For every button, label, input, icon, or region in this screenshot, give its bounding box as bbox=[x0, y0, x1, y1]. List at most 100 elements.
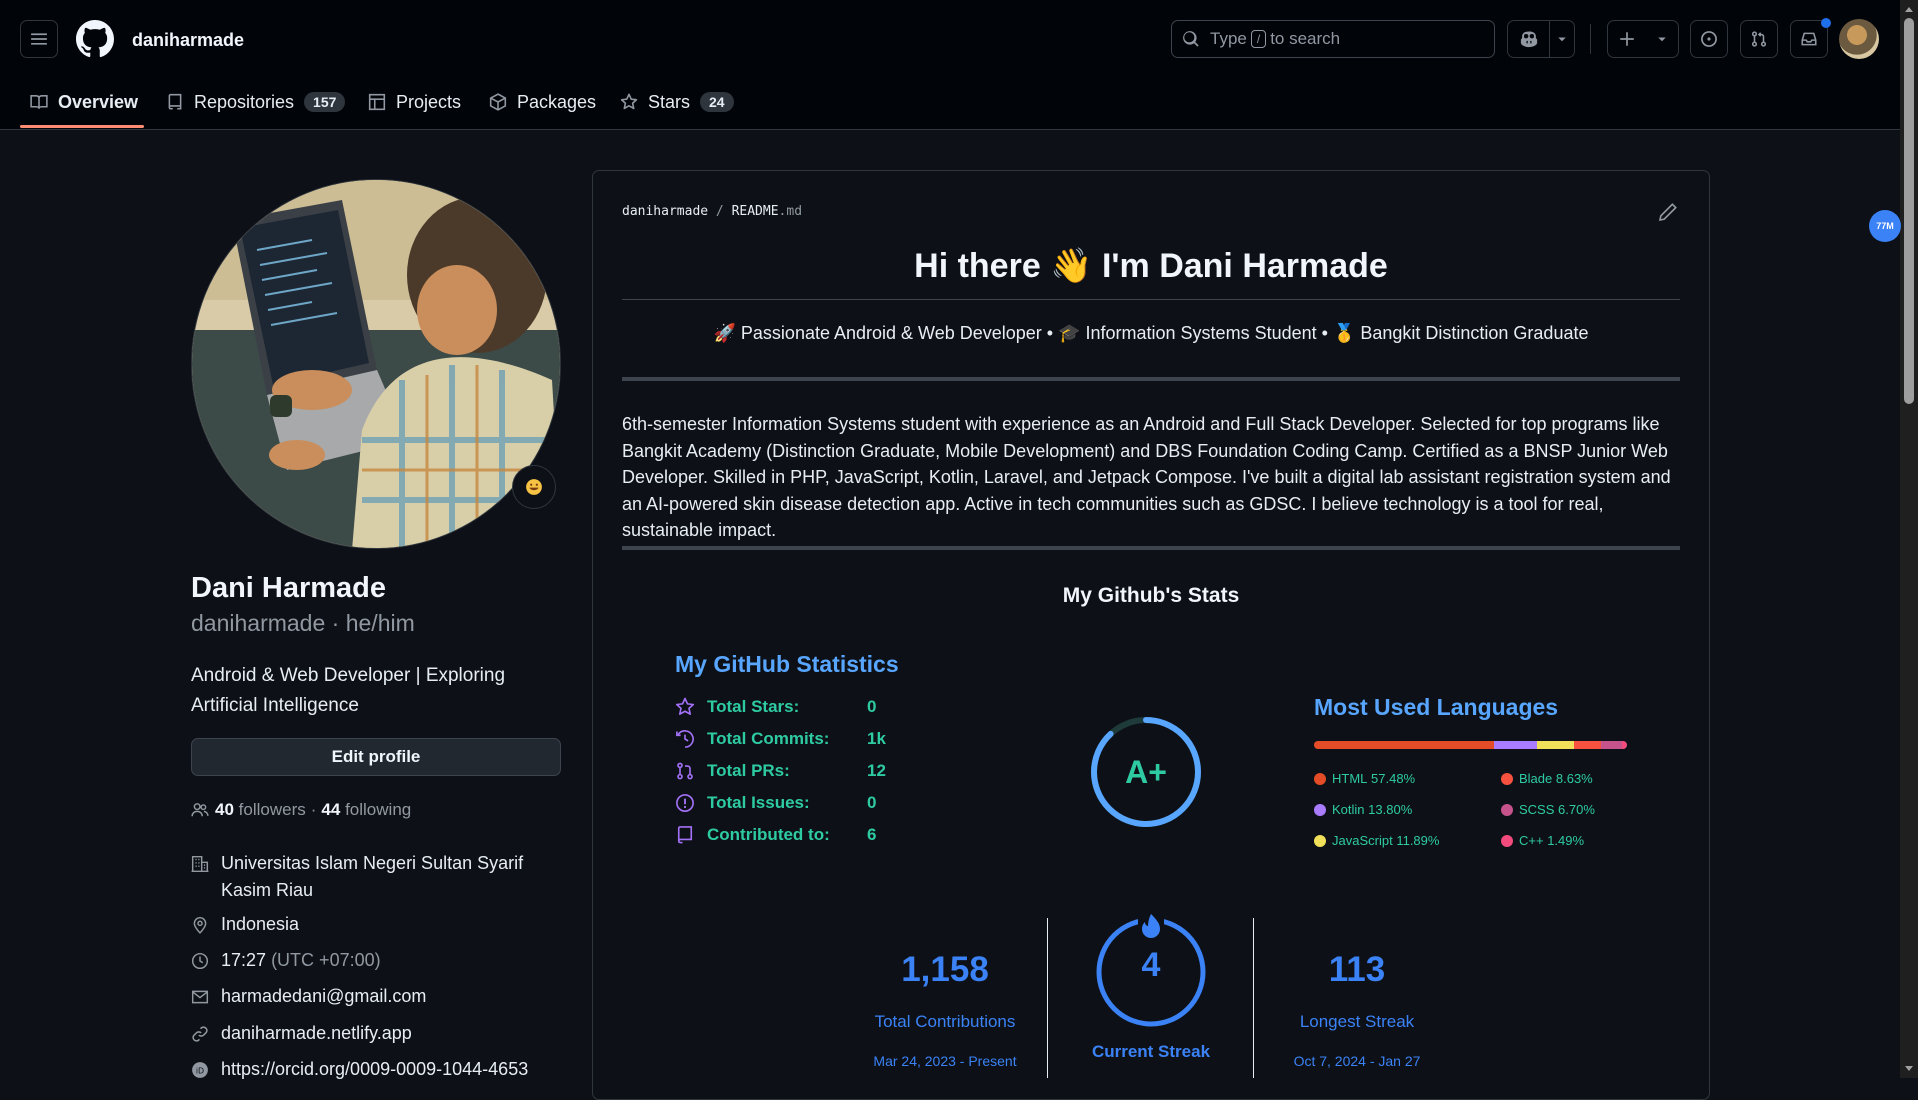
tab-overview-label: Overview bbox=[58, 91, 139, 112]
horizontal-rule bbox=[622, 546, 1680, 550]
star-icon bbox=[620, 93, 638, 110]
language-item: SCSS 6.70% bbox=[1501, 802, 1595, 817]
total-contributions-value: 1,158 bbox=[901, 950, 989, 989]
current-streak-ring: 4 bbox=[1092, 906, 1212, 1034]
profile-orcid[interactable]: iD https://orcid.org/0009-0009-1044-4653 bbox=[191, 1059, 528, 1080]
longest-streak-value: 113 bbox=[1328, 950, 1386, 989]
user-avatar-button[interactable] bbox=[1839, 19, 1879, 59]
longest-streak-label: Longest Streak bbox=[1299, 1012, 1415, 1031]
following-link[interactable]: 44 following bbox=[321, 800, 411, 820]
language-color-dot bbox=[1501, 803, 1513, 816]
stats-card-title: My GitHub Statistics bbox=[675, 651, 899, 677]
rank-grade: A+ bbox=[1125, 753, 1167, 790]
create-new-button[interactable] bbox=[1607, 20, 1679, 58]
chevron-down-icon bbox=[1658, 37, 1666, 42]
language-name: Kotlin bbox=[1332, 802, 1365, 817]
people-icon bbox=[191, 803, 209, 817]
tab-projects[interactable]: Projects bbox=[368, 82, 461, 122]
tab-packages[interactable]: Packages bbox=[489, 82, 596, 122]
current-streak-label: Current Streak bbox=[1091, 1042, 1211, 1061]
active-tab-underline bbox=[20, 125, 144, 128]
tagline-bangkit: 🥇 Bangkit Distinction Graduate bbox=[1332, 323, 1589, 343]
floating-extension-badge[interactable]: 77M bbox=[1869, 210, 1901, 242]
orcid-text: https://orcid.org/0009-0009-1044-4653 bbox=[221, 1059, 529, 1079]
language-percent: 13.80% bbox=[1368, 802, 1413, 817]
profile-email[interactable]: harmadedani@gmail.com bbox=[191, 986, 426, 1007]
readme-path-file: README bbox=[731, 204, 779, 219]
profile-name: Dani Harmade bbox=[191, 572, 387, 604]
hamburger-icon bbox=[31, 33, 47, 45]
language-item: JavaScript 11.89% bbox=[1314, 833, 1439, 848]
copilot-dropdown[interactable] bbox=[1550, 21, 1574, 57]
tab-repositories-label: Repositories bbox=[194, 91, 295, 112]
streak-divider bbox=[1047, 918, 1048, 1078]
tab-stars[interactable]: Stars 24 bbox=[620, 82, 734, 122]
profile-organization: Universitas Islam Negeri Sultan Syarif K… bbox=[191, 850, 561, 904]
stat-value: 12 bbox=[867, 761, 886, 780]
menu-button[interactable] bbox=[20, 20, 58, 58]
repo-icon bbox=[677, 826, 693, 844]
edit-readme-button[interactable] bbox=[1658, 202, 1678, 222]
stat-label: Contributed to: bbox=[707, 825, 830, 844]
copilot-button-group bbox=[1507, 20, 1575, 58]
issue-icon bbox=[1701, 31, 1717, 47]
followers-count: 40 bbox=[215, 800, 234, 819]
title-divider bbox=[622, 299, 1680, 300]
readme-title-emoji: 👋 bbox=[1050, 247, 1093, 285]
link-icon bbox=[192, 1026, 208, 1042]
language-color-dot bbox=[1501, 772, 1513, 785]
stat-value: 6 bbox=[867, 825, 877, 844]
language-bar-segment bbox=[1574, 741, 1602, 749]
longest-streak-range: Oct 7, 2024 - Jan 27 bbox=[1293, 1053, 1421, 1069]
status-emoji-button[interactable] bbox=[512, 465, 556, 509]
followers-link[interactable]: 40 followers bbox=[215, 800, 306, 820]
stat-row-issues: Total Issues: 0 bbox=[675, 793, 876, 813]
search-input[interactable]: Type / to search bbox=[1171, 20, 1495, 58]
stats-heading: My Github's Stats bbox=[1062, 584, 1240, 607]
language-percent: 11.89% bbox=[1396, 833, 1440, 848]
plus-icon bbox=[1620, 32, 1634, 46]
profile-login: daniharmade bbox=[191, 610, 326, 636]
tagline-developer: 🚀 Passionate Android & Web Developer • bbox=[713, 323, 1054, 343]
readme-title-left: Hi there bbox=[914, 247, 1041, 285]
languages-progress-bar bbox=[1314, 741, 1627, 749]
language-bar-segment bbox=[1314, 741, 1494, 749]
language-name: JavaScript bbox=[1332, 833, 1393, 848]
github-logo[interactable] bbox=[76, 20, 114, 58]
profile-avatar[interactable] bbox=[191, 179, 561, 549]
website-text: daniharmade.netlify.app bbox=[221, 1023, 412, 1043]
issue-icon bbox=[676, 794, 694, 812]
language-name: SCSS bbox=[1519, 802, 1555, 817]
inbox-icon bbox=[1801, 32, 1817, 46]
tab-overview[interactable]: Overview bbox=[30, 82, 138, 122]
copilot-icon bbox=[1520, 31, 1538, 48]
tab-projects-label: Projects bbox=[396, 91, 462, 112]
page-scrollbar[interactable] bbox=[1900, 0, 1918, 1078]
language-item: HTML 57.48% bbox=[1314, 771, 1415, 786]
total-contributions-range: Mar 24, 2023 - Present bbox=[873, 1053, 1017, 1069]
language-percent: 57.48% bbox=[1371, 771, 1416, 786]
language-bar-segment bbox=[1601, 741, 1623, 749]
profile-website[interactable]: daniharmade.netlify.app bbox=[191, 1023, 412, 1044]
stat-label: Total Stars: bbox=[707, 697, 800, 716]
issues-button[interactable] bbox=[1690, 20, 1728, 58]
tab-repositories[interactable]: Repositories 157 bbox=[166, 82, 346, 122]
svg-text:iD: iD bbox=[196, 1066, 204, 1075]
streak-divider bbox=[1253, 918, 1254, 1078]
language-bar-segment bbox=[1537, 741, 1575, 749]
copilot-button[interactable] bbox=[1508, 21, 1550, 57]
tagline-student: 🎓 Information Systems Student • bbox=[1058, 323, 1328, 343]
readme-path-user[interactable]: daniharmade bbox=[622, 204, 708, 219]
pull-requests-button[interactable] bbox=[1740, 20, 1778, 58]
edit-profile-button[interactable]: Edit profile bbox=[191, 738, 561, 776]
pull-request-icon bbox=[677, 762, 693, 780]
language-percent: 8.63% bbox=[1555, 771, 1593, 786]
stars-count: 24 bbox=[700, 92, 734, 112]
language-color-dot bbox=[1314, 834, 1326, 847]
following-count: 44 bbox=[321, 800, 341, 819]
readme-title: Hi there 👋 I'm Dani Harmade bbox=[622, 246, 1680, 286]
language-item: C++ 1.49% bbox=[1501, 833, 1584, 848]
scrollbar-thumb[interactable] bbox=[1904, 18, 1914, 404]
header-username[interactable]: daniharmade bbox=[132, 30, 244, 51]
mail-icon bbox=[191, 990, 209, 1004]
